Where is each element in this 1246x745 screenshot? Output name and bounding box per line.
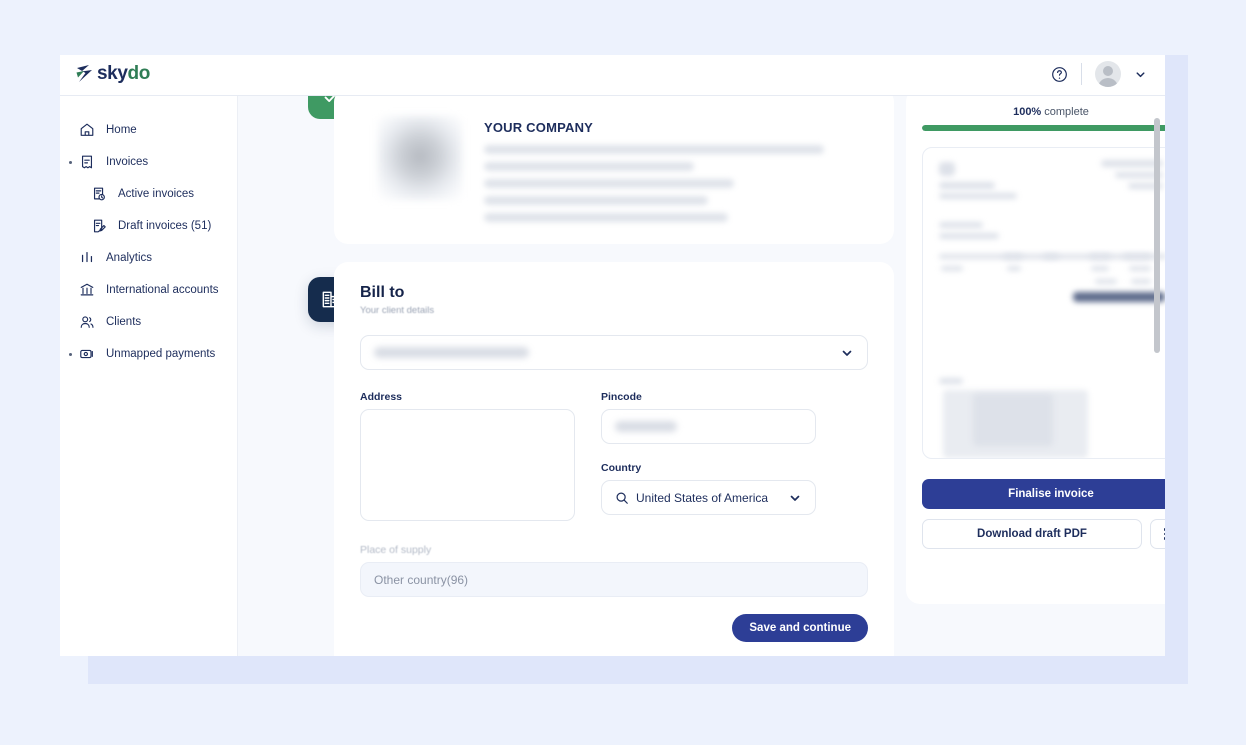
sidebar-item-label: Unmapped payments bbox=[106, 348, 216, 360]
sidebar-item-label: International accounts bbox=[106, 284, 219, 296]
country-label: Country bbox=[601, 462, 642, 474]
place-of-supply-label: Place of supply bbox=[360, 544, 432, 556]
user-avatar[interactable] bbox=[1095, 61, 1121, 87]
bill-to-title: Bill to bbox=[360, 284, 405, 301]
sidebar-item-unmapped-payments[interactable]: Unmapped payments bbox=[60, 338, 237, 370]
expand-dot-icon bbox=[69, 161, 72, 164]
expand-dot-icon bbox=[69, 353, 72, 356]
secondary-actions-row: Download draft PDF bbox=[922, 519, 1165, 549]
sidebar-item-label: Analytics bbox=[106, 252, 153, 264]
chevron-down-icon bbox=[842, 350, 852, 356]
company-logo-image bbox=[378, 116, 462, 200]
save-and-continue-button[interactable]: Save and continue bbox=[732, 614, 868, 642]
sidebar-item-invoices[interactable]: Invoices bbox=[60, 146, 237, 178]
company-detail-line-redacted bbox=[484, 213, 728, 222]
download-draft-pdf-button[interactable]: Download draft PDF bbox=[922, 519, 1142, 549]
client-select[interactable] bbox=[360, 335, 868, 370]
sidebar-item-analytics[interactable]: Analytics bbox=[60, 242, 237, 274]
progress-bar-track bbox=[922, 125, 1165, 131]
analytics-bars-icon bbox=[78, 249, 96, 267]
home-icon bbox=[78, 121, 96, 139]
sidebar-item-label: Clients bbox=[106, 316, 142, 328]
chevron-down-icon[interactable] bbox=[1134, 68, 1147, 81]
progress-suffix: complete bbox=[1041, 106, 1089, 118]
bank-icon bbox=[78, 281, 96, 299]
invoice-icon bbox=[78, 153, 96, 171]
place-of-supply-value: Other country(96) bbox=[374, 572, 469, 587]
app-window: skydo Home Invoices Active invoices Draf… bbox=[60, 55, 1165, 656]
sidebar-item-clients[interactable]: Clients bbox=[60, 306, 237, 338]
progress-percent: 100% bbox=[1013, 106, 1042, 118]
sidebar-item-label: Home bbox=[106, 124, 137, 136]
active-invoice-icon bbox=[90, 185, 108, 203]
brand-wordmark: skydo bbox=[97, 64, 150, 83]
help-circle-icon[interactable] bbox=[1051, 66, 1068, 83]
company-detail-line-redacted bbox=[484, 162, 694, 171]
bill-to-subtitle: Your client details bbox=[360, 305, 435, 316]
brand-logo[interactable]: skydo bbox=[76, 64, 150, 83]
brand-word-sky: sky bbox=[97, 63, 128, 84]
pincode-input[interactable] bbox=[601, 409, 816, 444]
company-detail-line-redacted bbox=[484, 196, 708, 205]
company-title: YOUR COMPANY bbox=[484, 120, 594, 135]
company-detail-line-redacted bbox=[484, 179, 734, 188]
your-company-card: YOUR COMPANY bbox=[334, 96, 894, 244]
pincode-label: Pincode bbox=[601, 391, 642, 403]
content-scrollbar-thumb[interactable] bbox=[1154, 118, 1160, 353]
address-input[interactable] bbox=[360, 409, 575, 521]
sidebar-nav: Home Invoices Active invoices Draft invo… bbox=[60, 96, 238, 656]
chevron-down-icon bbox=[790, 495, 800, 501]
content-scrollbar[interactable] bbox=[1154, 96, 1160, 656]
finalise-invoice-button[interactable]: Finalise invoice bbox=[922, 479, 1165, 509]
brand-word-do: do bbox=[127, 63, 151, 84]
sidebar-item-draft-invoices[interactable]: Draft invoices (51) bbox=[60, 210, 237, 242]
sidebar-item-label: Active invoices bbox=[118, 188, 195, 200]
country-select[interactable]: United States of America bbox=[601, 480, 816, 515]
pincode-value-redacted bbox=[615, 421, 677, 432]
sidebar-item-label: Invoices bbox=[106, 156, 149, 168]
top-bar: skydo bbox=[60, 55, 1165, 96]
people-icon bbox=[78, 313, 96, 331]
top-bar-actions bbox=[1051, 61, 1147, 87]
progress-label: 100% complete bbox=[922, 106, 1165, 118]
client-select-value-redacted bbox=[374, 347, 529, 358]
draft-invoice-icon bbox=[90, 217, 108, 235]
cash-icon bbox=[78, 345, 96, 363]
sidebar-item-home[interactable]: Home bbox=[60, 114, 237, 146]
top-bar-divider bbox=[1081, 63, 1082, 85]
place-of-supply-input: Other country(96) bbox=[360, 562, 868, 597]
address-label: Address bbox=[360, 391, 403, 403]
progress-bar-fill bbox=[922, 125, 1165, 131]
company-row: YOUR COMPANY bbox=[360, 106, 868, 230]
company-detail-line-redacted bbox=[484, 145, 824, 154]
bill-to-card: Bill to Your client details Address Pinc… bbox=[334, 262, 894, 656]
window-drop-shadow bbox=[88, 656, 1188, 684]
sidebar-item-international-accounts[interactable]: International accounts bbox=[60, 274, 237, 306]
skydo-logo-icon bbox=[76, 65, 92, 82]
sidebar-item-label: Draft invoices (51) bbox=[118, 220, 212, 232]
window-right-gutter bbox=[1165, 55, 1188, 656]
sidebar-item-active-invoices[interactable]: Active invoices bbox=[60, 178, 237, 210]
search-icon bbox=[616, 491, 628, 504]
content-scroll-area[interactable]: YOUR COMPANY Bill to Your client details bbox=[238, 96, 1165, 656]
invoice-preview-thumbnail[interactable] bbox=[922, 147, 1165, 459]
invoice-preview-panel: 100% complete Finalise invoice Download … bbox=[906, 96, 1165, 604]
country-select-value: United States of America bbox=[636, 490, 769, 505]
